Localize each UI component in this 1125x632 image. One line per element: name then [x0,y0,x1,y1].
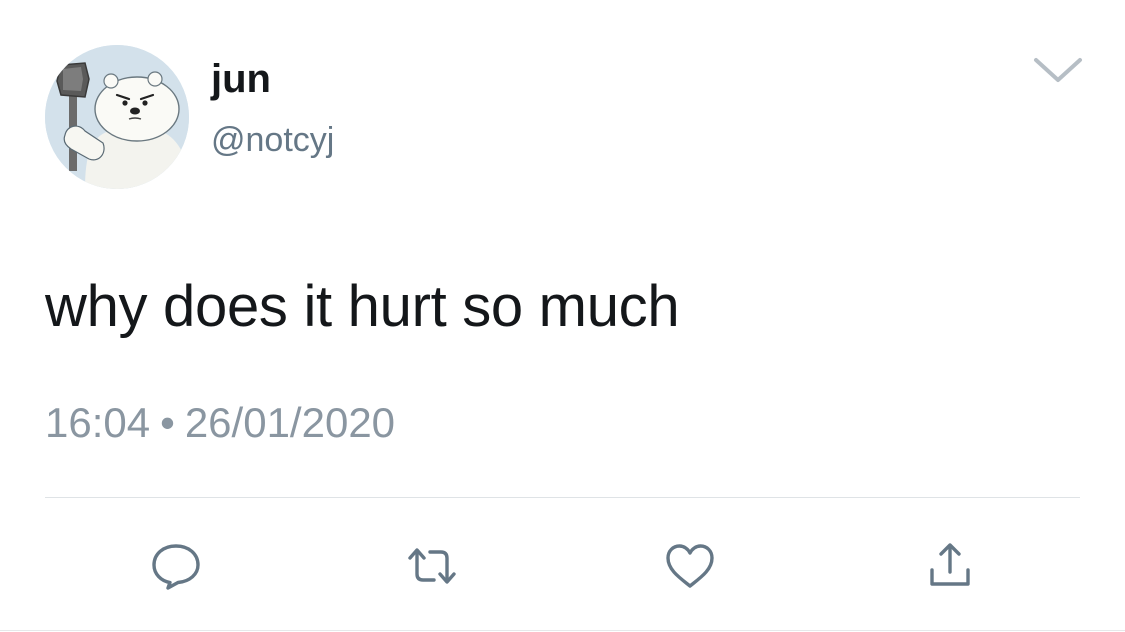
more-options-button[interactable] [1030,50,1086,90]
tweet-date: 26/01/2020 [184,399,396,446]
heart-icon [666,544,714,588]
share-icon [930,543,970,586]
like-button[interactable] [662,540,718,592]
retweet-button[interactable] [404,540,460,592]
share-button[interactable] [922,540,978,592]
divider [45,497,1080,498]
separator-dot: • [160,399,175,446]
avatar[interactable] [45,45,189,189]
tweet-text: why does it hurt so much [45,274,680,339]
reply-icon [152,544,200,590]
user-handle[interactable]: @notcyj [211,120,334,160]
retweet-icon [408,548,456,584]
chevron-down-icon [1034,58,1082,82]
tweet-timestamp[interactable]: 16:04 • 26/01/2020 [45,398,395,448]
display-name[interactable]: jun [211,56,271,102]
tweet-time: 16:04 [45,399,151,446]
bottom-divider [0,630,1125,631]
reply-button[interactable] [148,540,204,592]
polar-bear-with-axe-avatar-icon [45,45,189,189]
